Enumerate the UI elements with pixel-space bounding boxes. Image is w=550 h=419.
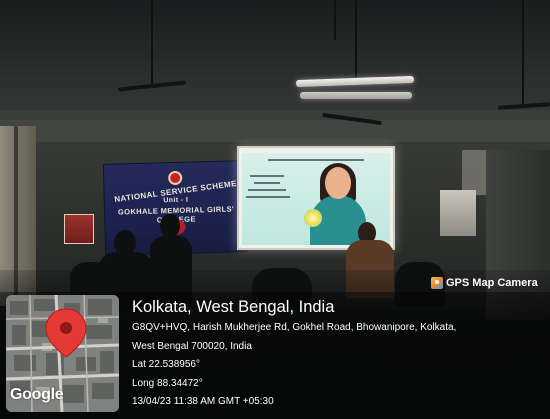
- slide-text-line: [250, 175, 284, 177]
- slide-text-line: [248, 189, 286, 191]
- google-logo: Google: [10, 386, 64, 403]
- slide-illustration-orb: [304, 209, 322, 227]
- notice-board: [64, 214, 94, 244]
- right-window: [440, 190, 476, 236]
- tube-light: [300, 92, 412, 99]
- slide-illustration-face: [325, 167, 351, 199]
- ceiling-fan-rod: [522, 0, 524, 106]
- longitude-readout: Long 88.34472°: [132, 378, 203, 389]
- address-line-1: G8QV+HVQ, Harish Mukherjee Rd, Gokhel Ro…: [132, 322, 457, 333]
- timestamp-readout: 13/04/23 11:38 AM GMT +05:30: [132, 396, 274, 407]
- slide-title-line: [268, 159, 364, 161]
- banner-emblem: [168, 170, 183, 186]
- person-silhouette: [160, 214, 180, 238]
- address-line-2: West Bengal 700020, India: [132, 341, 252, 352]
- slide-text-line: [246, 196, 290, 198]
- ceiling-fan-rod: [151, 0, 153, 86]
- ceiling-fan-rod: [334, 0, 336, 40]
- latitude-readout: Lat 22.538956°: [132, 359, 200, 370]
- location-title: Kolkata, West Bengal, India: [132, 298, 335, 316]
- gps-badge-label: GPS Map Camera: [446, 277, 538, 289]
- gps-map-camera-badge: GPS Map Camera: [431, 275, 538, 291]
- gps-camera-app-icon: [431, 277, 443, 289]
- ceiling-fan-rod: [355, 0, 357, 80]
- right-opening: [462, 150, 486, 195]
- wall-band: [0, 120, 550, 142]
- slide-text-line: [254, 182, 280, 184]
